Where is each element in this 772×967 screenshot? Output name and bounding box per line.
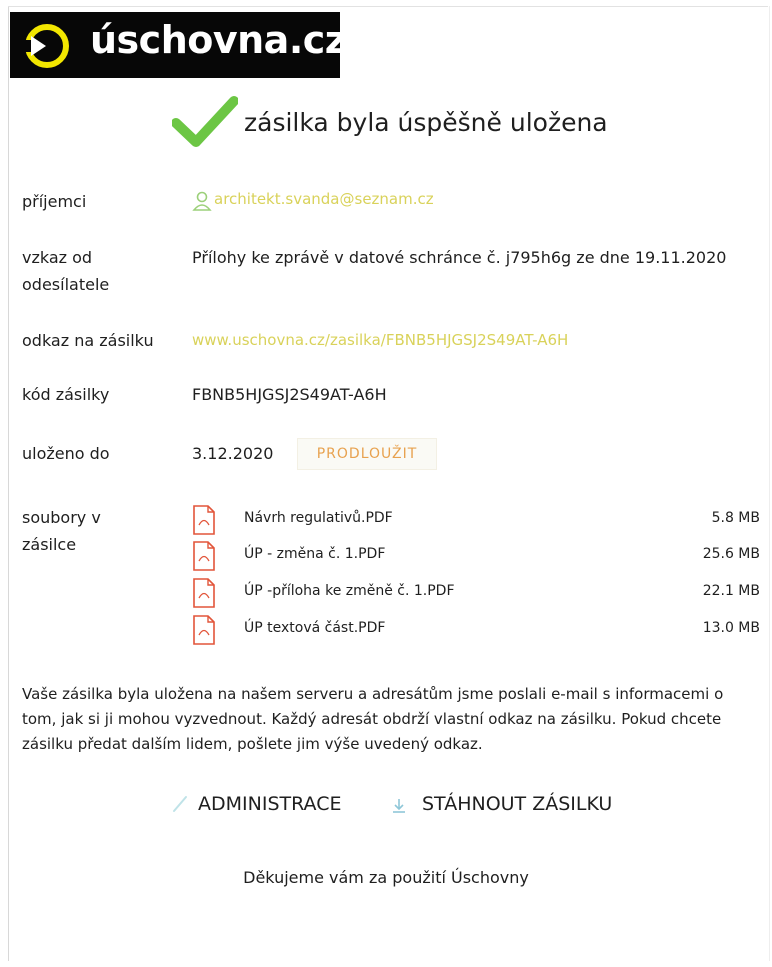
file-size: 22.1 MB	[702, 583, 760, 599]
pdf-file-icon	[193, 541, 215, 571]
file-name: ÚP textová část.PDF	[244, 620, 386, 636]
message-label-line2: odesílatele	[22, 275, 110, 294]
logo[interactable]: úschovna.cz	[10, 12, 347, 78]
file-name: ÚP - změna č. 1.PDF	[244, 546, 386, 562]
logo-text: úschovna.cz	[90, 18, 347, 62]
recipient-email-link[interactable]: architekt.svanda@seznam.cz	[214, 190, 434, 208]
stored-until-label: uloženo do	[22, 444, 110, 463]
file-name: ÚP -příloha ke změně č. 1.PDF	[244, 583, 455, 599]
file-row[interactable]: ÚP textová část.PDF 13.0 MB	[192, 615, 760, 647]
file-name: Návrh regulativů.PDF	[244, 510, 393, 526]
thanks-text: Děkujeme vám za použití Úschovny	[243, 868, 529, 887]
administration-button[interactable]: ADMINISTRACE	[170, 788, 341, 820]
person-icon	[192, 191, 212, 211]
file-row[interactable]: ÚP -příloha ke změně č. 1.PDF 22.1 MB	[192, 578, 760, 610]
files-label-line2: zásilce	[22, 535, 77, 554]
file-size: 5.8 MB	[711, 510, 760, 526]
message-label-line1: vzkaz od	[22, 248, 93, 267]
file-row[interactable]: ÚP - změna č. 1.PDF 25.6 MB	[192, 541, 760, 573]
stored-until-date: 3.12.2020	[192, 444, 274, 463]
pdf-file-icon	[193, 615, 215, 645]
files-label-line1: soubory v	[22, 508, 101, 527]
pdf-file-icon	[193, 505, 215, 535]
success-headline: zásilka byla úspěšně uložena	[172, 95, 632, 155]
download-button[interactable]: STÁHNOUT ZÁSILKU	[388, 788, 612, 820]
link-label: odkaz na zásilku	[22, 331, 154, 350]
file-size: 13.0 MB	[702, 620, 760, 636]
code-label: kód zásilky	[22, 385, 110, 404]
pdf-file-icon	[193, 578, 215, 608]
file-row[interactable]: Návrh regulativů.PDF 5.8 MB	[192, 505, 760, 537]
pencil-icon	[173, 796, 187, 812]
info-text: Vaše zásilka byla uložena na našem serve…	[22, 685, 724, 753]
download-label: STÁHNOUT ZÁSILKU	[422, 793, 613, 815]
shipment-code: FBNB5HJGSJ2S49AT-A6H	[192, 385, 387, 404]
message-label: vzkaz od odesílatele	[22, 244, 182, 298]
top-divider	[8, 6, 768, 7]
download-icon	[393, 799, 405, 813]
files-label: soubory v zásilce	[22, 504, 182, 558]
administration-label: ADMINISTRACE	[198, 793, 342, 815]
file-size: 25.6 MB	[702, 546, 760, 562]
checkmark-icon	[172, 96, 238, 147]
shipment-link[interactable]: www.uschovna.cz/zasilka/FBNB5HJGSJ2S49AT…	[192, 327, 568, 354]
recipients-label: příjemci	[22, 192, 87, 211]
headline-text: zásilka byla úspěšně uložena	[244, 108, 608, 137]
extend-button[interactable]: PRODLOUŽIT	[297, 438, 437, 470]
play-ring-icon	[22, 24, 69, 68]
message-text: Přílohy ke zprávě v datové schránce č. j…	[192, 248, 727, 267]
